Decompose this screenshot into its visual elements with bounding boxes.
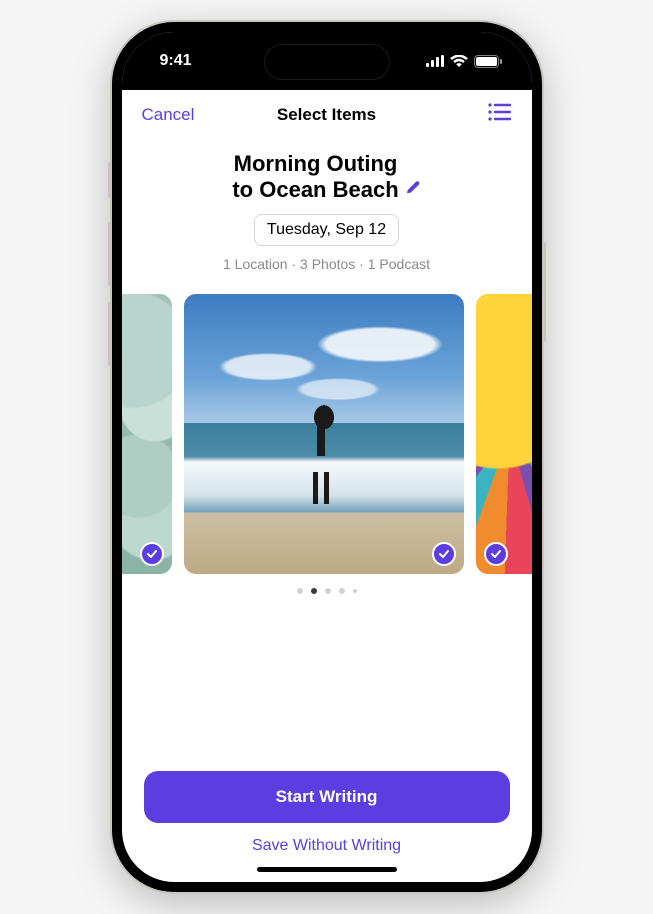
entry-title-line2: to Ocean Beach <box>232 177 398 202</box>
status-bar: 9:41 <box>122 32 532 90</box>
bottom-actions: Start Writing Save Without Writing <box>122 771 532 882</box>
page-dot <box>353 589 357 593</box>
home-indicator[interactable] <box>257 867 397 872</box>
side-button <box>542 242 546 342</box>
entry-title-row: Morning Outing to Ocean Beach <box>232 151 420 204</box>
screen: 9:41 Cancel Select Items Morning Outing <box>122 32 532 882</box>
status-time: 9:41 <box>160 52 192 70</box>
selected-check-icon[interactable] <box>140 542 164 566</box>
carousel-item[interactable] <box>184 294 464 574</box>
battery-icon <box>474 55 502 68</box>
cancel-button[interactable]: Cancel <box>142 105 212 125</box>
wifi-icon <box>450 55 468 67</box>
dynamic-island <box>264 44 390 80</box>
page-title: Select Items <box>277 105 376 125</box>
carousel-item[interactable] <box>122 294 172 574</box>
page-dot <box>297 588 303 594</box>
nav-bar: Cancel Select Items <box>122 90 532 137</box>
items-carousel[interactable] <box>122 294 532 574</box>
side-button <box>108 302 112 366</box>
selected-check-icon[interactable] <box>432 542 456 566</box>
content: Morning Outing to Ocean Beach Tuesday, S… <box>122 137 532 882</box>
save-without-writing-link[interactable]: Save Without Writing <box>144 823 510 861</box>
items-summary: 1 Location · 3 Photos · 1 Podcast <box>223 256 430 272</box>
phone-frame: 9:41 Cancel Select Items Morning Outing <box>112 22 542 892</box>
page-dot-active <box>311 588 317 594</box>
side-button <box>108 162 112 198</box>
date-selector[interactable]: Tuesday, Sep 12 <box>254 214 399 246</box>
list-view-icon[interactable] <box>487 102 511 127</box>
entry-title: Morning Outing to Ocean Beach <box>232 151 398 204</box>
pencil-icon[interactable] <box>405 179 421 200</box>
selected-check-icon[interactable] <box>484 542 508 566</box>
cellular-icon <box>426 55 444 67</box>
page-dots <box>297 588 357 594</box>
entry-title-line1: Morning Outing <box>234 151 398 176</box>
start-writing-button[interactable]: Start Writing <box>144 771 510 823</box>
page-dot <box>339 588 345 594</box>
carousel-item[interactable] <box>476 294 532 574</box>
status-icons <box>426 55 502 68</box>
page-dot <box>325 588 331 594</box>
side-button <box>108 222 112 286</box>
